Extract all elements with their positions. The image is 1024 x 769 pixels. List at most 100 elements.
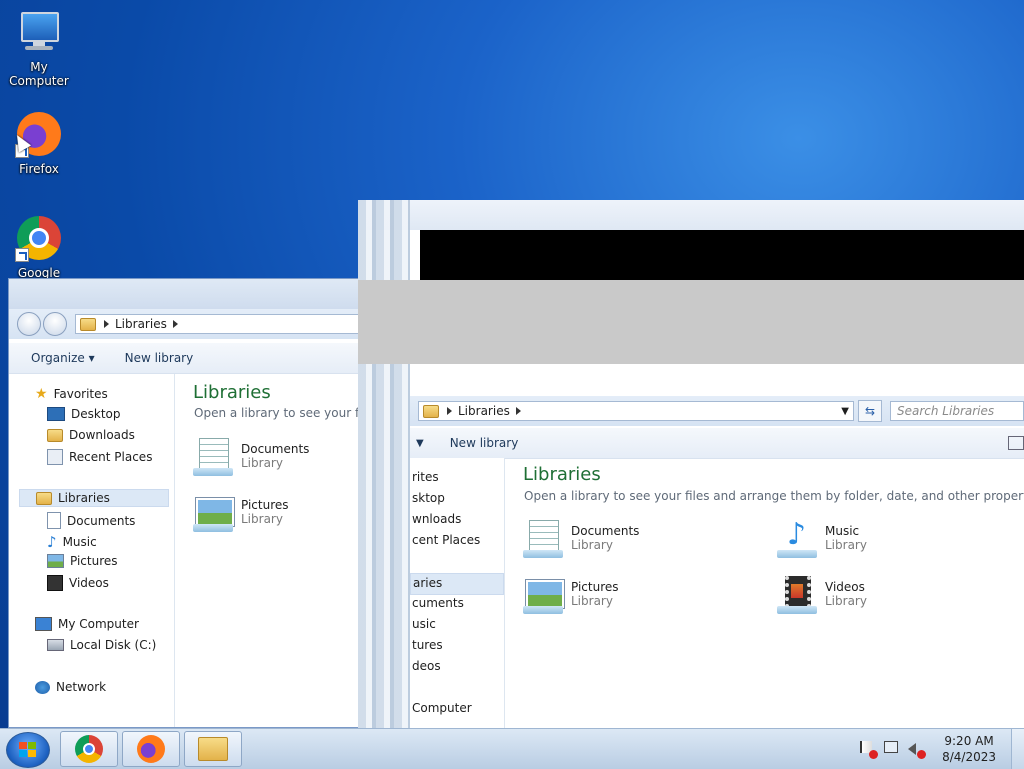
downloads-folder-icon: [47, 428, 63, 442]
nav-label: Favorites: [53, 387, 108, 401]
library-name: Videos: [825, 580, 865, 594]
library-name: Documents: [241, 442, 310, 456]
taskbar: 9:20 AM 8/4/2023: [0, 728, 1024, 769]
address-input[interactable]: Libraries ▼: [418, 401, 854, 421]
address-bar: Libraries: [9, 309, 367, 339]
nav-network[interactable]: Network: [35, 680, 106, 694]
computer-icon: [35, 617, 52, 631]
taskbar-chrome-button[interactable]: [60, 731, 118, 767]
network-status-icon[interactable]: [884, 741, 900, 757]
library-type: Library: [571, 538, 613, 552]
action-center-flag-icon[interactable]: [860, 741, 879, 759]
breadcrumb-libraries[interactable]: Libraries: [115, 317, 167, 331]
desktop-icon-label: Firefox: [19, 162, 59, 176]
explorer-window-left[interactable]: Libraries Organize ▾ New library ★ Favor…: [8, 278, 368, 728]
rendering-glitch-black-bar: [420, 230, 1024, 280]
library-item-documents[interactable]: Documents Library: [193, 436, 309, 476]
library-item-pictures[interactable]: Pictures Library: [523, 574, 619, 614]
nav-videos[interactable]: Videos: [47, 575, 109, 591]
volume-muted-icon[interactable]: [908, 741, 927, 759]
rendering-glitch-gray-bar: [358, 280, 1024, 364]
command-toolbar: Organize ▾ New library: [9, 343, 367, 374]
music-note-icon: ♪: [47, 533, 57, 551]
nav-fragment-selected[interactable]: aries: [410, 573, 504, 595]
nav-fragment[interactable]: wnloads: [412, 512, 461, 526]
shortcut-arrow-icon: [15, 248, 29, 262]
nav-desktop[interactable]: Desktop: [47, 407, 121, 421]
library-item-music[interactable]: ♪ Music Library: [777, 518, 867, 558]
desktop-icon-firefox[interactable]: Firefox: [0, 110, 78, 176]
nav-label: Recent Places: [69, 450, 153, 464]
new-library-button[interactable]: New library: [450, 436, 519, 450]
window-titlebar[interactable]: [9, 279, 367, 309]
nav-local-disk[interactable]: Local Disk (C:): [47, 638, 156, 652]
organize-dropdown-icon[interactable]: ▼: [416, 438, 424, 449]
nav-label: Local Disk (C:): [70, 638, 157, 652]
library-name: Pictures: [571, 580, 619, 594]
nav-label: Documents: [67, 513, 136, 528]
organize-button[interactable]: Organize ▾: [31, 351, 95, 365]
nav-libraries[interactable]: Libraries: [19, 489, 169, 507]
nav-fragment[interactable]: tures: [412, 638, 443, 652]
nav-fragment[interactable]: deos: [412, 659, 441, 673]
window-titlebar[interactable]: [358, 200, 1024, 230]
library-item-documents[interactable]: Documents Library: [523, 518, 639, 558]
desktop-icon-google-chrome[interactable]: Google: [0, 214, 78, 280]
star-icon: ★: [35, 386, 48, 402]
film-icon: [47, 575, 63, 591]
documents-icon: [47, 512, 61, 529]
chrome-icon: [75, 735, 103, 763]
pictures-library-icon: [523, 574, 564, 614]
nav-label: My Computer: [58, 617, 139, 631]
breadcrumb-libraries[interactable]: Libraries: [458, 404, 510, 418]
clock[interactable]: 9:20 AM 8/4/2023: [942, 733, 996, 765]
library-type: Library: [571, 594, 613, 608]
address-dropdown-icon[interactable]: ▼: [841, 406, 849, 417]
nav-fragment[interactable]: usic: [412, 617, 436, 631]
library-name: Pictures: [241, 498, 289, 512]
back-button[interactable]: [17, 312, 41, 336]
nav-downloads[interactable]: Downloads: [47, 428, 135, 442]
nav-fragment[interactable]: cuments: [412, 596, 464, 610]
nav-documents[interactable]: Documents: [47, 512, 135, 529]
nav-my-computer[interactable]: My Computer: [35, 617, 139, 631]
library-type: Library: [825, 538, 867, 552]
library-item-videos[interactable]: Videos Library: [777, 574, 867, 614]
navigation-pane: ★ Favorites Desktop Downloads Recent Pla…: [9, 374, 175, 727]
nav-fragment[interactable]: rites: [412, 470, 439, 484]
new-library-button[interactable]: New library: [125, 351, 194, 365]
clock-date: 8/4/2023: [942, 750, 996, 764]
show-desktop-button[interactable]: [1011, 729, 1024, 769]
address-input[interactable]: Libraries: [75, 314, 359, 334]
system-tray: 9:20 AM 8/4/2023: [856, 729, 1024, 769]
search-input[interactable]: Search Libraries: [890, 401, 1024, 421]
library-name: Music: [825, 524, 860, 538]
nav-label: Pictures: [70, 554, 118, 568]
desktop-icon-my-computer[interactable]: My Computer: [0, 8, 78, 88]
nav-label: Downloads: [69, 428, 135, 442]
library-type: Library: [241, 512, 283, 526]
page-title: Libraries: [193, 382, 271, 403]
nav-recent-places[interactable]: Recent Places: [47, 449, 152, 465]
nav-label: Libraries: [58, 491, 110, 505]
nav-pictures[interactable]: Pictures: [47, 554, 118, 568]
library-name: Documents: [571, 524, 640, 538]
start-button[interactable]: [6, 732, 50, 768]
nav-label: Videos: [69, 576, 109, 590]
nav-favorites[interactable]: ★ Favorites: [35, 386, 108, 402]
library-item-pictures[interactable]: Pictures Library: [193, 492, 289, 532]
file-explorer-folder-icon: [198, 737, 228, 761]
desktop-icon-label: My Computer: [9, 60, 69, 88]
nav-fragment[interactable]: Computer: [412, 701, 472, 715]
nav-fragment[interactable]: sktop: [412, 491, 445, 505]
forward-button[interactable]: [43, 312, 67, 336]
nav-label: Desktop: [71, 407, 121, 421]
view-options-icon[interactable]: [1008, 436, 1024, 450]
taskbar-explorer-button[interactable]: [184, 731, 242, 767]
nav-music[interactable]: ♪ Music: [47, 533, 97, 551]
content-pane: Libraries Open a library to see your fil…: [505, 458, 1024, 728]
nav-fragment[interactable]: cent Places: [412, 533, 480, 547]
taskbar-firefox-button[interactable]: [122, 731, 180, 767]
refresh-button[interactable]: ⇆: [858, 400, 882, 422]
page-subtitle: Open a library to see your files and arr…: [524, 489, 1024, 503]
